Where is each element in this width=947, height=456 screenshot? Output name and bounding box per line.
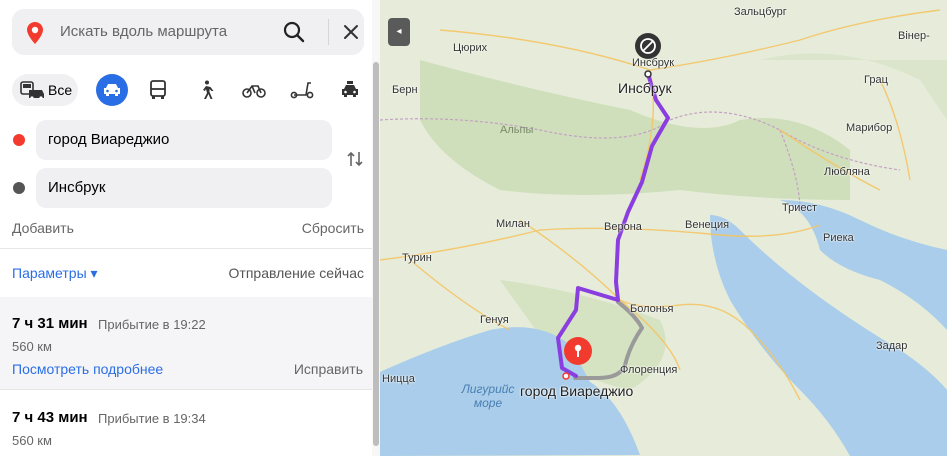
bicycle-icon [242,85,266,98]
scrollbar-thumb[interactable] [373,62,379,446]
city-label-genoa: Генуя [480,314,509,326]
taxi-icon [342,81,358,97]
city-label-ljubljana: Любляна [824,166,870,178]
route-duration: 7 ч 31 мин [12,315,88,332]
region-label-alps: Альпы [500,124,534,136]
city-label-viareggio: город Виареджио [520,383,634,399]
route-arrival: Прибытие в 19:22 [98,317,206,332]
route-fix-button[interactable]: Исправить [294,361,363,377]
city-label-vienna: Вінер- [898,30,930,42]
route-duration: 7 ч 43 мин [12,409,88,426]
car-icon [104,84,120,96]
start-marker-icon [564,337,592,365]
add-point-button[interactable]: Добавить [12,220,74,236]
search-divider [328,19,329,45]
swap-points-icon[interactable] [346,150,364,168]
city-label-innsbruck: Инсбрук [618,80,672,96]
map-view[interactable]: ◂ Зальцбург Вінер- Цюрих Инсбрук Инсбрук… [380,0,947,456]
mode-car-button[interactable] [96,74,128,106]
city-label-florence: Флоренция [620,364,678,376]
mode-bus-button[interactable] [142,74,174,106]
bus-icon [150,80,166,99]
city-label-maribor: Марибор [846,122,893,134]
start-point-dot [13,134,25,146]
route-distance: 560 км [12,433,52,448]
route-option-1[interactable]: 7 ч 31 мин Прибытие в 19:22 560 км Посмо… [0,297,375,389]
location-pin-icon [27,22,43,44]
mode-taxi-button[interactable] [334,74,366,106]
sea-label-line1: Лигурийс [461,382,515,396]
to-point-field[interactable]: Инсбрук [36,168,332,208]
reset-button[interactable]: Сбросить [302,220,364,236]
scooter-icon [290,82,314,99]
route-option-2[interactable]: 7 ч 43 мин Прибытие в 19:34 560 км [0,390,375,456]
divider [0,248,380,249]
end-point-dot [13,182,25,194]
search-icon[interactable] [282,20,306,44]
from-point-field[interactable]: город Виареджио [36,120,332,160]
city-label-trieste: Триест [782,202,818,214]
mode-scooter-button[interactable] [286,74,318,106]
city-label-venice: Венеция [685,219,730,231]
mode-bicycle-button[interactable] [238,74,270,106]
collapse-panel-button[interactable]: ◂ [388,18,410,46]
city-label-milan: Милан [496,218,530,230]
city-label-turin: Турин [402,252,432,264]
city-label-salzburg: Зальцбург [734,6,787,18]
route-distance: 560 км [12,339,52,354]
route-arrival: Прибытие в 19:34 [98,411,206,426]
route-details-link[interactable]: Посмотреть подробнее [12,361,163,377]
city-label-nice: Ницца [382,373,415,385]
city-label-innsbruck-small: Инсбрук [632,57,675,69]
search-input[interactable]: Искать вдоль маршрута [60,23,227,40]
city-label-bologna: Болонья [630,303,674,315]
destination-marker-icon [635,33,661,59]
mode-all-button[interactable]: Все [12,74,78,106]
sea-label: Лигурийс море [456,382,520,410]
city-label-zadar: Задар [876,340,908,352]
departure-time-button[interactable]: Отправление сейчас [229,265,364,281]
city-label-verona: Верона [604,221,642,233]
search-bar[interactable]: Искать вдоль маршрута [12,9,364,55]
from-point-value[interactable]: город Виареджио [48,131,169,148]
city-label-graz: Грац [864,74,888,86]
city-label-zurich: Цюрих [453,42,488,54]
mode-all-label: Все [48,82,73,98]
sea-label-line2: море [473,396,503,410]
close-icon[interactable] [342,23,360,41]
transport-modes: Все [12,74,362,108]
parameters-dropdown[interactable]: Параметры ▾ [12,265,98,282]
mode-walk-button[interactable] [190,74,222,106]
route-panel: Искать вдоль маршрута Все город Виареджи… [0,0,380,456]
multi-transport-icon [20,81,44,100]
to-point-value[interactable]: Инсбрук [48,179,105,196]
walking-icon [203,80,214,99]
city-label-bern: Берн [392,84,418,96]
city-label-rijeka: Риека [823,232,854,244]
